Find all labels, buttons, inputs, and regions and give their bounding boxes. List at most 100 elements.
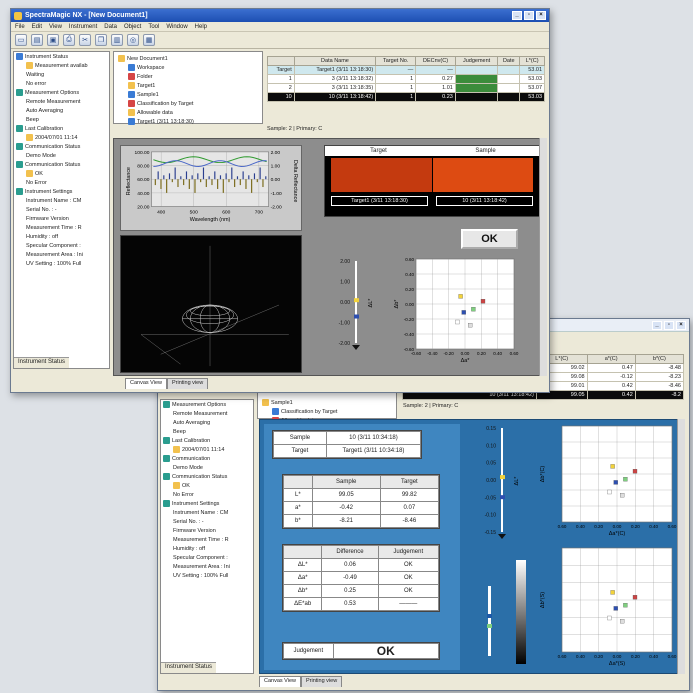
doc-tree-item[interactable]: Folder: [116, 72, 260, 81]
column-header[interactable]: DECnv(C): [415, 56, 456, 66]
tree-item[interactable]: Firmware Version: [161, 526, 253, 535]
doc-tree-item[interactable]: New Document1: [116, 54, 260, 63]
doc-tree-item[interactable]: Allowable data: [116, 108, 260, 117]
tree-item[interactable]: Measurement Time : R: [14, 223, 109, 232]
calibrate-icon[interactable]: ◎: [127, 34, 139, 46]
menu-window[interactable]: Window: [166, 24, 187, 30]
menu-edit[interactable]: Edit: [32, 24, 42, 30]
tree-item[interactable]: Measurement availab: [14, 61, 109, 70]
menu-instrument[interactable]: Instrument: [69, 24, 97, 30]
tab-canvas-view[interactable]: Canvas View: [259, 676, 301, 687]
tree-item[interactable]: Communication Status: [161, 472, 253, 481]
copy-icon[interactable]: ❐: [95, 34, 107, 46]
doc-tree-item[interactable]: Target1 (3/11 13:18:30): [116, 117, 260, 126]
tree-item[interactable]: Firmware Version: [14, 214, 109, 223]
menu-view[interactable]: View: [49, 24, 62, 30]
tree-item[interactable]: 2004/07/01 11:14: [14, 133, 109, 142]
close-button[interactable]: ×: [536, 11, 546, 20]
tree-item[interactable]: Measurement Time : R: [161, 535, 253, 544]
tree-item[interactable]: Instrument Name : CM: [14, 196, 109, 205]
instrument-status-tab[interactable]: Instrument Status: [161, 662, 217, 673]
document-tree[interactable]: New Document1 Workspace Folder Target1 Sampl…: [113, 51, 263, 126]
tree-item[interactable]: Remote Measurement: [161, 409, 253, 418]
tree-item[interactable]: Specular Component :: [14, 241, 109, 250]
measure-icon[interactable]: ▦: [143, 34, 155, 46]
doc-tree-item[interactable]: Target1: [116, 81, 260, 90]
tab-printing-view[interactable]: Printing view: [301, 676, 343, 687]
doc-tree-item[interactable]: Workspace: [116, 63, 260, 72]
tree-item[interactable]: UV Setting : 100% Full: [14, 259, 109, 268]
tree-item[interactable]: Last Calibration: [14, 124, 109, 133]
tree-item[interactable]: Serial No. : -: [14, 205, 109, 214]
menu-help[interactable]: Help: [195, 24, 207, 30]
tree-item[interactable]: Auto Averaging: [14, 106, 109, 115]
tree-item[interactable]: Humidity : off: [161, 544, 253, 553]
column-header[interactable]: a*(C): [586, 354, 636, 364]
tree-item[interactable]: Instrument Settings: [14, 187, 109, 196]
tree-item[interactable]: Humidity : off: [14, 232, 109, 241]
tree-item[interactable]: Specular Component :: [161, 553, 253, 562]
tab-canvas-view[interactable]: Canvas View: [125, 378, 167, 389]
minimize-button[interactable]: _: [652, 320, 662, 330]
document-tree[interactable]: Sample1Classification by TargetAllowable…: [257, 389, 397, 433]
doc-tree-item[interactable]: Classification by Target: [260, 407, 394, 416]
tree-item[interactable]: Last Calibration: [161, 436, 253, 445]
tree-item[interactable]: Communication: [161, 454, 253, 463]
column-header[interactable]: Judgement: [454, 56, 499, 66]
tree-item[interactable]: Waiting: [14, 70, 109, 79]
table-row[interactable]: 13 (3/11 13:18:32) 1 0.27 53.03: [267, 74, 545, 84]
column-header[interactable]: Target No.: [375, 56, 417, 66]
measurement-list[interactable]: Data Name Target No. DECnv(C) Judgement Date…: [267, 56, 545, 102]
doc-tree-item[interactable]: Sample1: [116, 90, 260, 99]
column-header[interactable]: Date: [497, 56, 521, 66]
close-button[interactable]: ×: [676, 320, 686, 330]
restore-button[interactable]: ▫: [524, 11, 534, 20]
view-scrollbar[interactable]: [539, 138, 547, 376]
view-tabs[interactable]: Canvas View Printing view: [125, 378, 209, 389]
cut-icon[interactable]: ✂: [79, 34, 91, 46]
tree-item[interactable]: Remote Measurement: [14, 97, 109, 106]
print-icon[interactable]: ⎙: [63, 34, 75, 46]
table-row[interactable]: Target Target1 (3/11 13:18:30) — —53.01: [267, 65, 545, 75]
tree-item[interactable]: Measurement Options: [14, 88, 109, 97]
tree-item[interactable]: Instrument Settings: [161, 499, 253, 508]
tree-item[interactable]: Instrument Name : CM: [161, 508, 253, 517]
tree-item[interactable]: Demo Mode: [161, 463, 253, 472]
minimize-button[interactable]: _: [512, 11, 522, 20]
instrument-status-tree[interactable]: Measurement Options Remote Measurement Aut…: [160, 399, 254, 674]
ok-judgement-button[interactable]: OK: [461, 229, 518, 249]
tree-item[interactable]: Communication Status: [14, 142, 109, 151]
table-row[interactable]: 10 10 (3/11 13:18:42) 1 0.23 53.03: [267, 92, 545, 102]
tree-item[interactable]: Measurement Area : Ini: [14, 250, 109, 259]
tree-item[interactable]: Measurement Options: [161, 400, 253, 409]
tree-item[interactable]: OK: [14, 169, 109, 178]
view-tabs[interactable]: Canvas View Printing view: [259, 676, 343, 687]
column-header[interactable]: Data Name: [293, 56, 377, 66]
column-header[interactable]: L*(C): [519, 56, 545, 66]
restore-button[interactable]: ▫: [664, 320, 674, 330]
paste-icon[interactable]: ▥: [111, 34, 123, 46]
tree-item[interactable]: No Error: [161, 490, 253, 499]
tree-item[interactable]: Demo Mode: [14, 151, 109, 160]
menu-data[interactable]: Data: [104, 24, 117, 30]
tree-item[interactable]: UV Setting : 100% Full: [161, 571, 253, 580]
tree-item[interactable]: Beep: [14, 115, 109, 124]
tree-item[interactable]: No Error: [14, 178, 109, 187]
3d-color-space-view[interactable]: [120, 235, 302, 373]
tree-item[interactable]: Communication Status: [14, 160, 109, 169]
menu-tool[interactable]: Tool: [148, 24, 159, 30]
new-icon[interactable]: ▭: [15, 34, 27, 46]
instrument-status-tree[interactable]: Instrument Status Measurement availab Wait…: [13, 51, 110, 369]
tree-item[interactable]: Serial No. : -: [161, 517, 253, 526]
view-scrollbar[interactable]: [677, 419, 685, 674]
tree-item[interactable]: Beep: [161, 427, 253, 436]
doc-tree-item[interactable]: Classification by Target: [116, 99, 260, 108]
menu-file[interactable]: File: [15, 24, 25, 30]
tree-item[interactable]: 2004/07/01 11:14: [161, 445, 253, 454]
tree-item[interactable]: Auto Averaging: [161, 418, 253, 427]
doc-tree-item[interactable]: Sample1: [260, 398, 394, 407]
column-header[interactable]: [267, 56, 295, 66]
open-icon[interactable]: ▤: [31, 34, 43, 46]
tree-item[interactable]: Instrument Status: [14, 52, 109, 61]
column-header[interactable]: b*(C): [634, 354, 685, 364]
